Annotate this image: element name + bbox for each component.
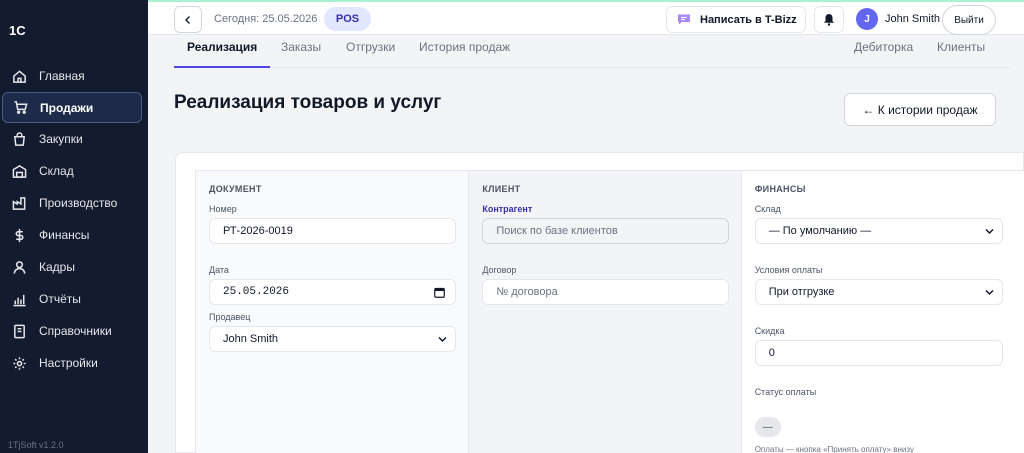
sidebar-item-catalogs[interactable]: Справочники xyxy=(0,315,148,347)
discount-label: Скидка xyxy=(754,326,785,336)
discount-value: 0 xyxy=(768,347,775,359)
warehouse-select[interactable]: — По умолчанию — xyxy=(754,218,1003,244)
sidebar-item-label: Кадры xyxy=(39,260,75,274)
write-tbizz-label: Написать в T-Bizz xyxy=(700,13,797,26)
write-tbizz-button[interactable]: Написать в T-Bizz xyxy=(666,6,806,33)
sidebar-item-label: Продажи xyxy=(40,100,94,115)
app-version: 1TjSoft v1.2.0 xyxy=(8,440,64,450)
pos-button[interactable]: POS xyxy=(324,7,371,31)
page-title: Реализация товаров и услуг xyxy=(174,92,442,113)
bell-icon xyxy=(824,14,834,26)
number-label: Номер xyxy=(209,204,237,214)
warehouse-label: Склад xyxy=(754,204,781,214)
chat-icon xyxy=(678,14,690,25)
section-tabs: Реализация Заказы Отгрузки История прода… xyxy=(174,35,1010,68)
today-date: Сегодня: 25.05.2026 xyxy=(214,13,318,25)
chevron-down-icon xyxy=(985,289,994,296)
back-to-history-button[interactable]: ← К истории продаж xyxy=(844,93,996,126)
sidebar-item-label: Настройки xyxy=(39,356,98,370)
payment-status-label: Статус оплаты xyxy=(754,387,817,397)
date-label: Дата xyxy=(209,265,229,275)
sidebar-item-settings[interactable]: Настройки xyxy=(0,347,148,379)
counterparty-search-input[interactable]: Поиск по базе клиентов xyxy=(482,218,730,244)
user-menu[interactable]: J John Smith xyxy=(856,8,940,30)
sidebar-item-warehouse[interactable]: Склад xyxy=(0,155,148,187)
sidebar-item-home[interactable]: Главная xyxy=(0,60,148,92)
sidebar-item-label: Главная xyxy=(39,69,85,83)
home-icon xyxy=(11,68,27,84)
tab-sales-history[interactable]: История продаж xyxy=(419,40,510,66)
sidebar-item-label: Производство xyxy=(39,196,118,210)
user-icon xyxy=(11,259,27,275)
payment-terms-value: При отгрузке xyxy=(768,286,835,298)
chevron-left-icon xyxy=(185,15,190,24)
logout-button[interactable]: Выйти xyxy=(942,5,996,35)
payment-status-badge: — xyxy=(754,417,781,437)
sidebar-nav: Главная Продажи Закупки Склад Производст… xyxy=(0,60,148,379)
bar-chart-icon xyxy=(11,291,27,307)
sidebar-item-sales[interactable]: Продажи xyxy=(2,92,142,123)
book-icon xyxy=(11,323,27,339)
app-logo[interactable]: 1С xyxy=(9,23,26,38)
chevron-down-icon xyxy=(985,228,994,235)
seller-select[interactable]: John Smith xyxy=(209,326,456,352)
calendar-icon[interactable] xyxy=(434,287,445,298)
document-section: ДОКУМЕНТ Номер РТ-2026-0019 Дата 25.05.2… xyxy=(196,171,470,453)
number-input[interactable]: РТ-2026-0019 xyxy=(209,218,456,244)
tab-orders[interactable]: Заказы xyxy=(281,40,321,66)
seller-value: John Smith xyxy=(223,333,279,345)
contract-placeholder: № договора xyxy=(496,286,558,298)
warehouse-value: — По умолчанию — xyxy=(768,225,872,237)
avatar: J xyxy=(856,8,878,30)
factory-icon xyxy=(11,195,27,211)
cart-icon xyxy=(12,100,28,116)
dollar-icon xyxy=(11,227,27,243)
sidebar-item-label: Закупки xyxy=(39,132,83,146)
client-section: КЛИЕНТ Контрагент Поиск по базе клиентов… xyxy=(469,171,742,453)
payment-note: Оплаты — кнопка «Принять оплату» внизу xyxy=(754,445,914,453)
gear-icon xyxy=(11,355,27,371)
sidebar-item-purchases[interactable]: Закупки xyxy=(0,123,148,155)
top-bar: Сегодня: 25.05.2026 POS Написать в T-Biz… xyxy=(148,0,1024,35)
document-header: ДОКУМЕНТ xyxy=(209,184,262,194)
counterparty-placeholder: Поиск по базе клиентов xyxy=(496,225,618,237)
tab-clients[interactable]: Клиенты xyxy=(937,40,985,66)
chevron-down-icon xyxy=(438,336,447,343)
sidebar-item-label: Склад xyxy=(39,164,74,178)
date-value: 25.05.2026 xyxy=(223,286,290,298)
sidebar-item-reports[interactable]: Отчёты xyxy=(0,283,148,315)
payment-terms-select[interactable]: При отгрузке xyxy=(754,279,1003,305)
user-name: John Smith xyxy=(885,13,941,25)
form-columns: ДОКУМЕНТ Номер РТ-2026-0019 Дата 25.05.2… xyxy=(195,170,1024,453)
payment-terms-label: Условия оплаты xyxy=(754,265,823,275)
sidebar-item-label: Отчёты xyxy=(39,292,81,306)
bag-icon xyxy=(11,131,27,147)
notifications-button[interactable] xyxy=(814,6,844,33)
counterparty-label: Контрагент xyxy=(482,204,533,214)
tab-receivables[interactable]: Дебиторка xyxy=(854,40,913,66)
sidebar-item-finance[interactable]: Финансы xyxy=(0,219,148,251)
finance-section: ФИНАНСЫ Склад — По умолчанию — Условия о… xyxy=(741,171,1024,453)
seller-label: Продавец xyxy=(209,312,251,322)
sale-form-card: ДОКУМЕНТ Номер РТ-2026-0019 Дата 25.05.2… xyxy=(175,152,1024,453)
back-button[interactable] xyxy=(174,6,202,33)
discount-input[interactable]: 0 xyxy=(754,340,1003,366)
finance-header: ФИНАНСЫ xyxy=(754,184,806,194)
sidebar-item-hr[interactable]: Кадры xyxy=(0,251,148,283)
number-value: РТ-2026-0019 xyxy=(223,225,293,237)
sidebar-item-production[interactable]: Производство xyxy=(0,187,148,219)
warehouse-icon xyxy=(11,163,27,179)
sidebar-item-label: Справочники xyxy=(39,324,112,338)
contract-input[interactable]: № договора xyxy=(482,279,730,305)
contract-label: Договор xyxy=(482,265,517,275)
tab-shipments[interactable]: Отгрузки xyxy=(346,40,395,66)
date-input[interactable]: 25.05.2026 xyxy=(209,279,456,305)
sidebar: 1С Главная Продажи Закупки Склад Произво… xyxy=(0,0,148,453)
sidebar-item-label: Финансы xyxy=(39,228,90,242)
client-header: КЛИЕНТ xyxy=(482,184,521,194)
tab-realization[interactable]: Реализация xyxy=(174,40,271,68)
